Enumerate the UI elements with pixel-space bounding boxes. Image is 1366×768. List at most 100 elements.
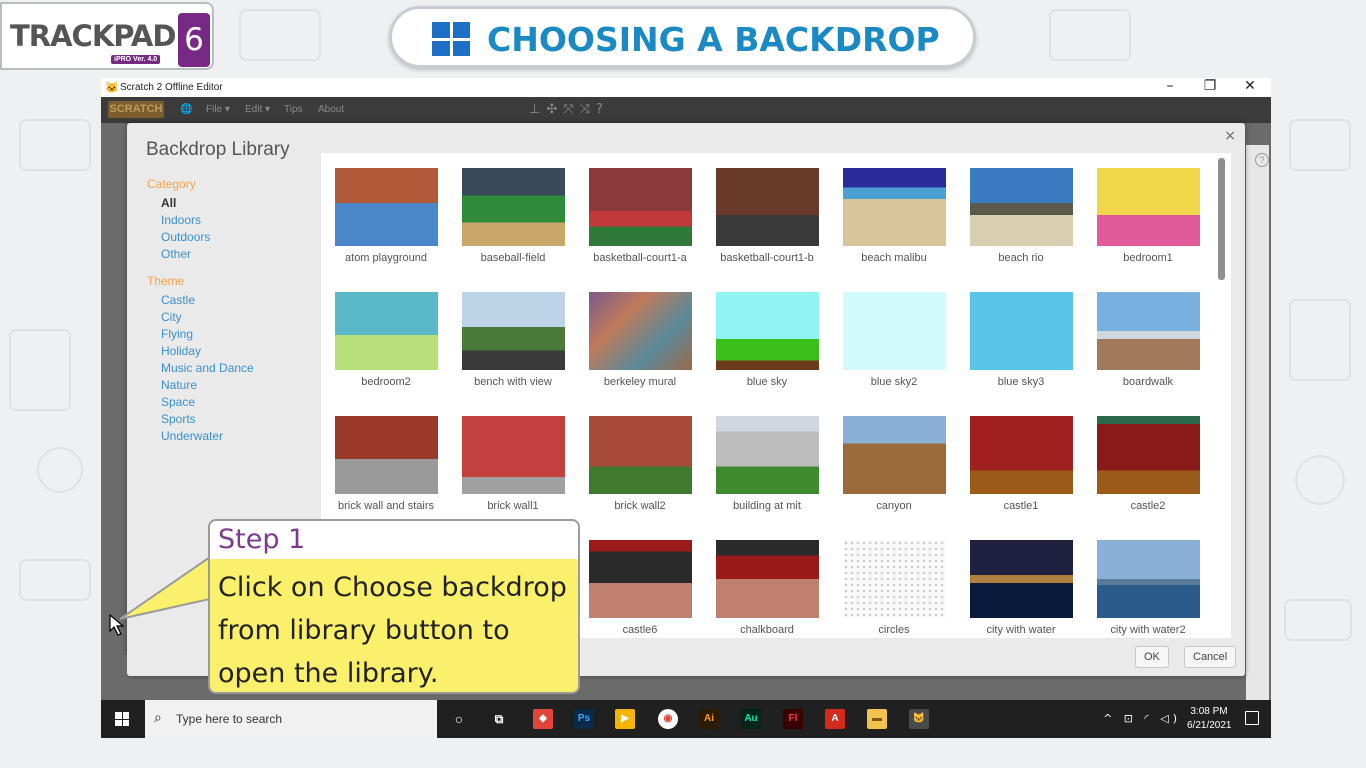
flash-icon[interactable]: Fl — [783, 709, 803, 729]
theme-music-and-dance[interactable]: Music and Dance — [147, 360, 317, 377]
app-title: Scratch 2 Offline Editor — [120, 82, 223, 93]
backdrop-tile[interactable]: blue sky2 — [829, 277, 956, 397]
backdrop-tile[interactable]: atom playground — [321, 153, 448, 273]
backdrop-label: bedroom2 — [361, 376, 411, 388]
scripts-area-strip — [1246, 145, 1269, 700]
logo-version: iPRO Ver. 4.0 — [111, 55, 161, 64]
logo-text: TRACKPAD — [10, 19, 176, 53]
file-explorer-icon[interactable]: ▬ — [867, 709, 887, 729]
backdrop-tile[interactable]: chalkboard — [702, 525, 829, 638]
backdrop-tile[interactable]: circles — [829, 525, 956, 638]
backdrop-label: building at mit — [733, 500, 801, 512]
backdrop-label: castle1 — [1003, 500, 1039, 512]
cancel-button[interactable]: Cancel — [1184, 646, 1237, 668]
category-all[interactable]: All — [147, 195, 317, 212]
backdrop-tile[interactable]: castle6 — [575, 525, 702, 638]
backdrop-tile[interactable]: basketball-court1-b — [702, 153, 829, 273]
backdrop-tile[interactable]: building at mit — [702, 401, 829, 521]
chrome-icon[interactable]: ◉ — [658, 709, 678, 729]
maximize-button[interactable]: ❐ — [1203, 78, 1217, 94]
backdrop-thumbnail — [970, 540, 1073, 618]
backdrop-tile[interactable]: brick wall and stairs — [321, 401, 448, 521]
help-icon[interactable]: ? — [1255, 153, 1269, 167]
grid-scrollbar[interactable] — [1218, 158, 1225, 280]
taskbar-search-box[interactable]: ⌕ Type here to search — [145, 700, 437, 738]
anydesk-icon[interactable]: ◆ — [533, 709, 553, 729]
backdrop-label: basketball-court1-b — [720, 252, 814, 264]
audition-icon[interactable]: Au — [741, 709, 761, 729]
acrobat-icon[interactable]: A — [825, 709, 845, 729]
menu-about[interactable]: About — [318, 104, 344, 115]
backdrop-tile[interactable]: blue sky — [702, 277, 829, 397]
category-indoors[interactable]: Indoors — [147, 212, 317, 229]
theme-city[interactable]: City — [147, 309, 317, 326]
backdrop-thumbnail — [462, 416, 565, 494]
backdrop-tile[interactable]: boardwalk — [1083, 277, 1210, 397]
theme-holiday[interactable]: Holiday — [147, 343, 317, 360]
start-button[interactable] — [115, 712, 129, 726]
backdrop-tile[interactable]: basketball-court1-a — [575, 153, 702, 273]
theme-castle[interactable]: Castle — [147, 292, 317, 309]
system-tray-icons[interactable]: ^ ⊡ ◜ ◁) — [1103, 712, 1181, 725]
backdrop-tile[interactable]: baseball-field — [448, 153, 575, 273]
search-placeholder: Type here to search — [176, 712, 283, 726]
cortana-icon[interactable]: ○ — [449, 709, 469, 729]
menu-tips[interactable]: Tips — [284, 104, 303, 115]
taskbar-clock[interactable]: 3:08 PM 6/21/2021 — [1187, 705, 1232, 733]
backdrop-thumbnail — [1097, 540, 1200, 618]
notification-icon[interactable] — [1245, 711, 1259, 725]
backdrop-label: brick wall2 — [614, 500, 666, 512]
theme-space[interactable]: Space — [147, 394, 317, 411]
ok-button[interactable]: OK — [1135, 646, 1169, 668]
backdrop-label: blue sky3 — [997, 376, 1045, 388]
minimize-button[interactable]: – — [1163, 78, 1177, 94]
backdrop-tile[interactable]: brick wall2 — [575, 401, 702, 521]
step-instruction: Click on Choose backdrop from library bu… — [218, 572, 567, 689]
backdrop-tile[interactable]: brick wall1 — [448, 401, 575, 521]
backdrop-tile[interactable]: beach rio — [956, 153, 1083, 273]
scratch-taskbar-icon[interactable]: 🐱 — [909, 709, 929, 729]
photoshop-icon[interactable]: Ps — [574, 709, 594, 729]
backdrop-tile[interactable]: bedroom2 — [321, 277, 448, 397]
lesson-title-banner: CHOOSING A BACKDROP — [389, 6, 976, 68]
media-player-icon[interactable]: ▶ — [615, 709, 635, 729]
backdrop-thumbnail — [843, 540, 946, 618]
backdrop-tile[interactable]: bedroom1 — [1083, 153, 1210, 273]
clock-time: 3:08 PM — [1190, 706, 1228, 717]
clock-date: 6/21/2021 — [1187, 720, 1232, 731]
theme-underwater[interactable]: Underwater — [147, 428, 317, 445]
globe-icon[interactable]: 🌐 — [180, 104, 192, 115]
backdrop-tile[interactable]: beach malibu — [829, 153, 956, 273]
backdrop-tile[interactable]: city with water — [956, 525, 1083, 638]
backdrop-thumbnail — [335, 168, 438, 246]
theme-sports[interactable]: Sports — [147, 411, 317, 428]
backdrop-thumbnail — [716, 292, 819, 370]
backdrop-tile[interactable]: blue sky3 — [956, 277, 1083, 397]
backdrop-thumbnail — [589, 540, 692, 618]
library-filter-sidebar: Category All Indoors Outdoors Other Them… — [147, 177, 317, 445]
close-window-button[interactable]: ✕ — [1243, 78, 1257, 94]
backdrop-tile[interactable]: berkeley mural — [575, 277, 702, 397]
illustrator-icon[interactable]: Ai — [699, 709, 719, 729]
backdrop-label: brick wall and stairs — [338, 500, 434, 512]
theme-nature[interactable]: Nature — [147, 377, 317, 394]
theme-flying[interactable]: Flying — [147, 326, 317, 343]
menu-edit[interactable]: Edit ▾ — [245, 104, 270, 115]
backdrop-tile[interactable]: bench with view — [448, 277, 575, 397]
backdrop-tile[interactable]: city with water2 — [1083, 525, 1210, 638]
category-other[interactable]: Other — [147, 246, 317, 263]
backdrop-tile[interactable]: castle2 — [1083, 401, 1210, 521]
theme-heading: Theme — [147, 274, 185, 288]
menu-file[interactable]: File ▾ — [206, 104, 230, 115]
backdrop-thumbnail — [589, 416, 692, 494]
backdrop-label: berkeley mural — [603, 376, 677, 388]
backdrop-thumbnail — [843, 292, 946, 370]
callout-pointer — [119, 555, 214, 620]
toolbar-icons[interactable]: ⊥✣⤧⤨? — [529, 102, 609, 117]
backdrop-tile[interactable]: castle1 — [956, 401, 1083, 521]
windows-taskbar: ⌕ Type here to search ○ ⧉ ◆ Ps ▶ ◉ Ai Au… — [101, 700, 1271, 738]
task-view-icon[interactable]: ⧉ — [489, 709, 509, 729]
category-outdoors[interactable]: Outdoors — [147, 229, 317, 246]
backdrop-tile[interactable]: canyon — [829, 401, 956, 521]
dialog-close-button[interactable]: × — [1224, 128, 1236, 144]
